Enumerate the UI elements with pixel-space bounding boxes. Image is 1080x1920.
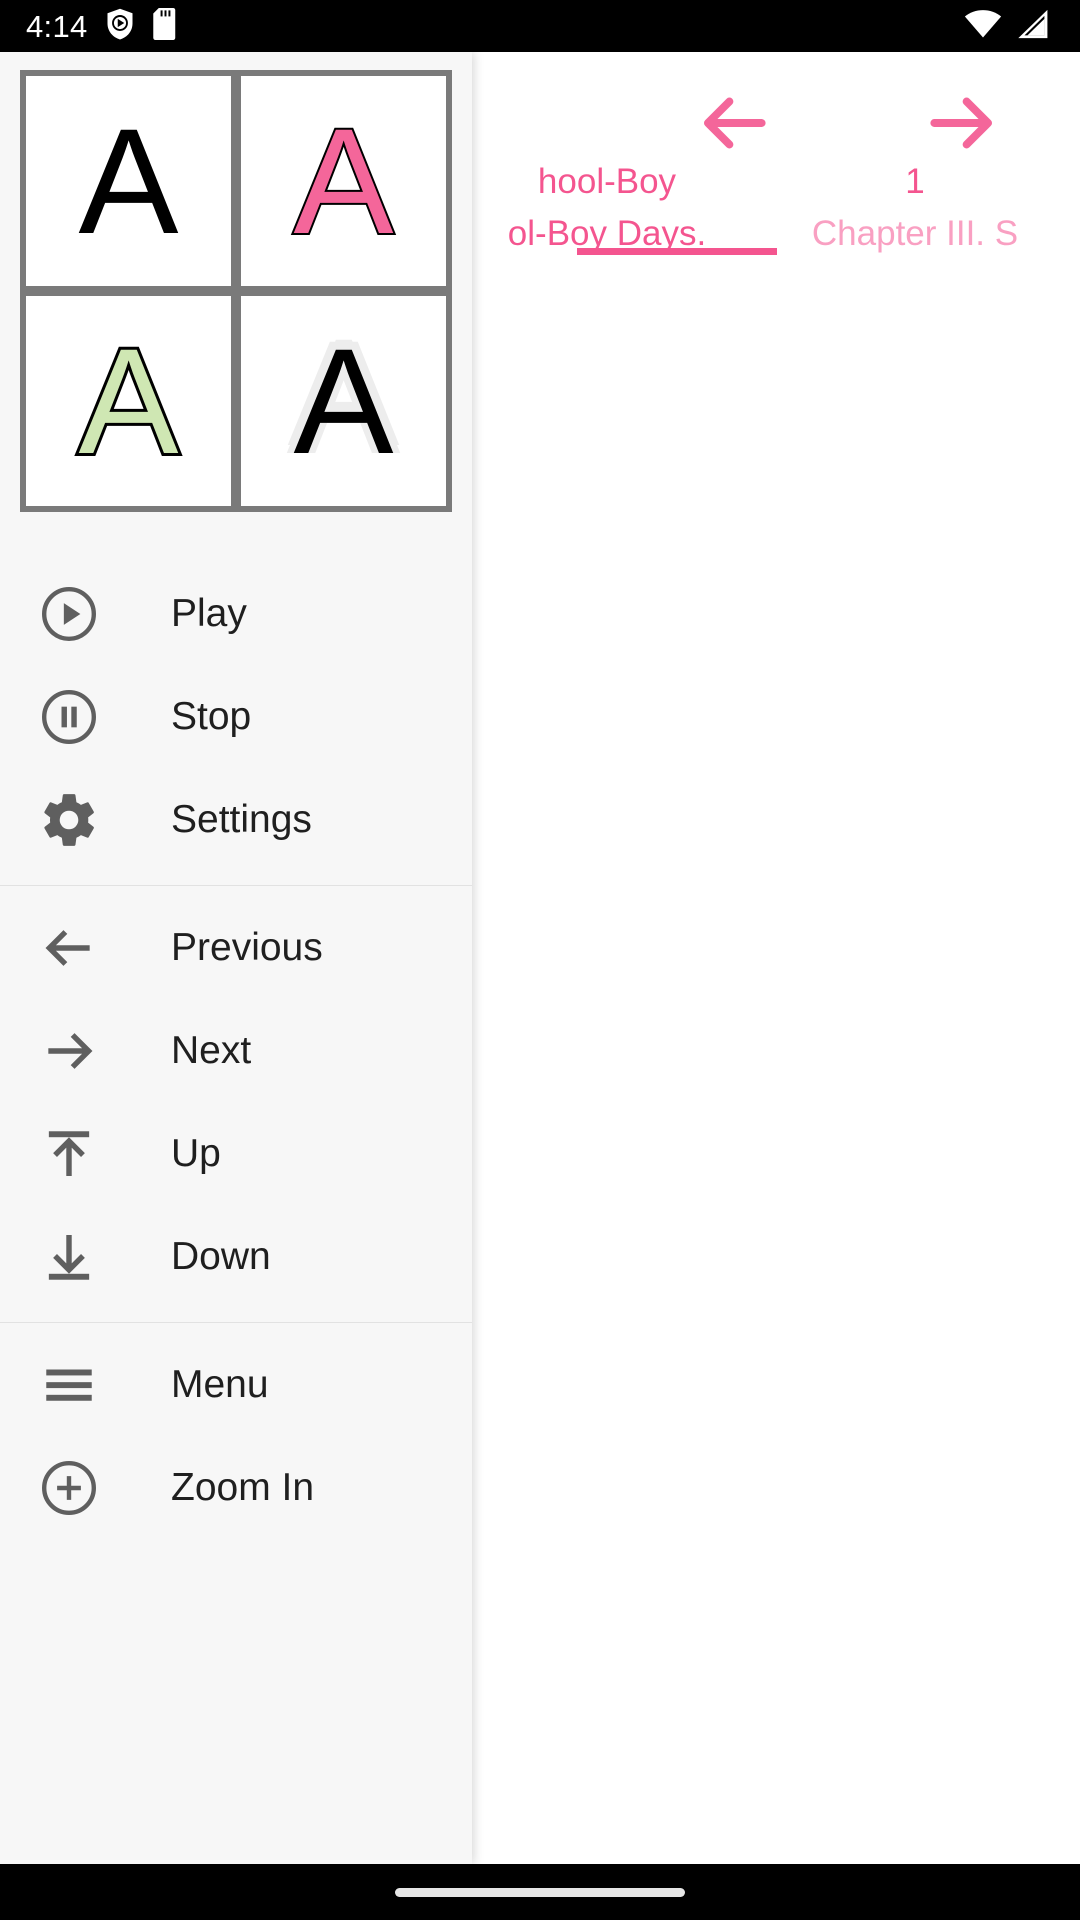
drawer-section-playback: Play Stop Settings — [0, 552, 472, 885]
menu-item-play-label: Play — [171, 592, 247, 635]
menu-item-down-label: Down — [171, 1235, 271, 1278]
hamburger-menu-icon — [36, 1352, 102, 1418]
status-bar: 4:14 — [0, 0, 1080, 52]
next-chapter-arrow[interactable] — [920, 80, 1006, 166]
menu-item-menu[interactable]: Menu — [0, 1333, 472, 1436]
menu-item-next[interactable]: Next — [0, 999, 472, 1102]
menu-item-settings-label: Settings — [171, 798, 312, 841]
menu-item-previous-label: Previous — [171, 926, 323, 969]
arrow-right-icon — [36, 1018, 102, 1084]
text-style-preview-grid: A A A A — [20, 70, 452, 512]
menu-item-stop-label: Stop — [171, 695, 252, 738]
arrow-left-icon — [703, 97, 766, 149]
tab-next-title: Chapter III. S — [811, 213, 1019, 253]
cell-signal-icon — [1016, 9, 1050, 44]
glyph-a-shadow: A — [293, 317, 394, 485]
menu-item-play[interactable]: Play — [0, 562, 472, 665]
zoom-in-circle-icon — [36, 1455, 102, 1521]
menu-item-next-label: Next — [171, 1029, 252, 1072]
style-preview-shadow[interactable]: A — [241, 296, 446, 506]
tab-next-number: 1 — [905, 162, 925, 201]
tab-next-chapter[interactable]: 1 Chapter III. S — [760, 160, 1070, 256]
menu-item-zoom-in[interactable]: Zoom In — [0, 1436, 472, 1539]
drawer-menu-list: Play Stop Settings Previous Next Up Down… — [0, 552, 472, 1553]
play-circle-icon — [36, 581, 102, 647]
arrow-to-top-icon — [36, 1121, 102, 1187]
status-bar-left: 4:14 — [0, 7, 176, 46]
glyph-a-green: A — [75, 317, 181, 485]
arrow-left-icon — [36, 915, 102, 981]
menu-item-previous[interactable]: Previous — [0, 896, 472, 999]
tab-current-chapter[interactable]: hool-Boy ol-Boy Days. — [452, 160, 762, 256]
menu-item-down[interactable]: Down — [0, 1205, 472, 1308]
sd-card-icon — [152, 7, 176, 46]
menu-item-stop[interactable]: Stop — [0, 665, 472, 768]
menu-item-zoom-in-label: Zoom In — [171, 1466, 315, 1509]
play-protect-shield-icon — [105, 7, 135, 46]
menu-item-up-label: Up — [171, 1132, 221, 1175]
arrow-to-bottom-icon — [36, 1224, 102, 1290]
menu-item-menu-label: Menu — [171, 1363, 269, 1406]
navigation-drawer: A A A A Play Stop Settings Previous Next… — [0, 52, 472, 1864]
menu-item-up[interactable]: Up — [0, 1102, 472, 1205]
wifi-icon — [964, 9, 1002, 44]
style-preview-pink[interactable]: A — [241, 76, 446, 286]
glyph-a-pink: A — [291, 97, 395, 265]
status-bar-clock: 4:14 — [26, 8, 88, 44]
status-bar-right — [964, 9, 1080, 44]
drawer-section-navigation: Previous Next Up Down — [0, 886, 472, 1322]
system-navigation-bar — [0, 1864, 1080, 1920]
active-tab-indicator — [577, 248, 777, 255]
style-preview-plain[interactable]: A — [26, 76, 231, 286]
arrow-right-icon — [930, 97, 993, 149]
style-preview-green[interactable]: A — [26, 296, 231, 506]
tab-current-number: hool-Boy — [537, 162, 677, 201]
home-gesture-pill[interactable] — [395, 1887, 685, 1897]
menu-item-settings[interactable]: Settings — [0, 768, 472, 871]
gear-icon — [36, 787, 102, 853]
phone-screen: hool-Boy ol-Boy Days. 1 Chapter III. S a… — [0, 0, 1080, 1920]
glyph-a-plain: A — [78, 97, 179, 265]
drawer-section-view: Menu Zoom In — [0, 1323, 472, 1553]
pause-circle-icon — [36, 684, 102, 750]
previous-chapter-arrow[interactable] — [690, 80, 776, 166]
